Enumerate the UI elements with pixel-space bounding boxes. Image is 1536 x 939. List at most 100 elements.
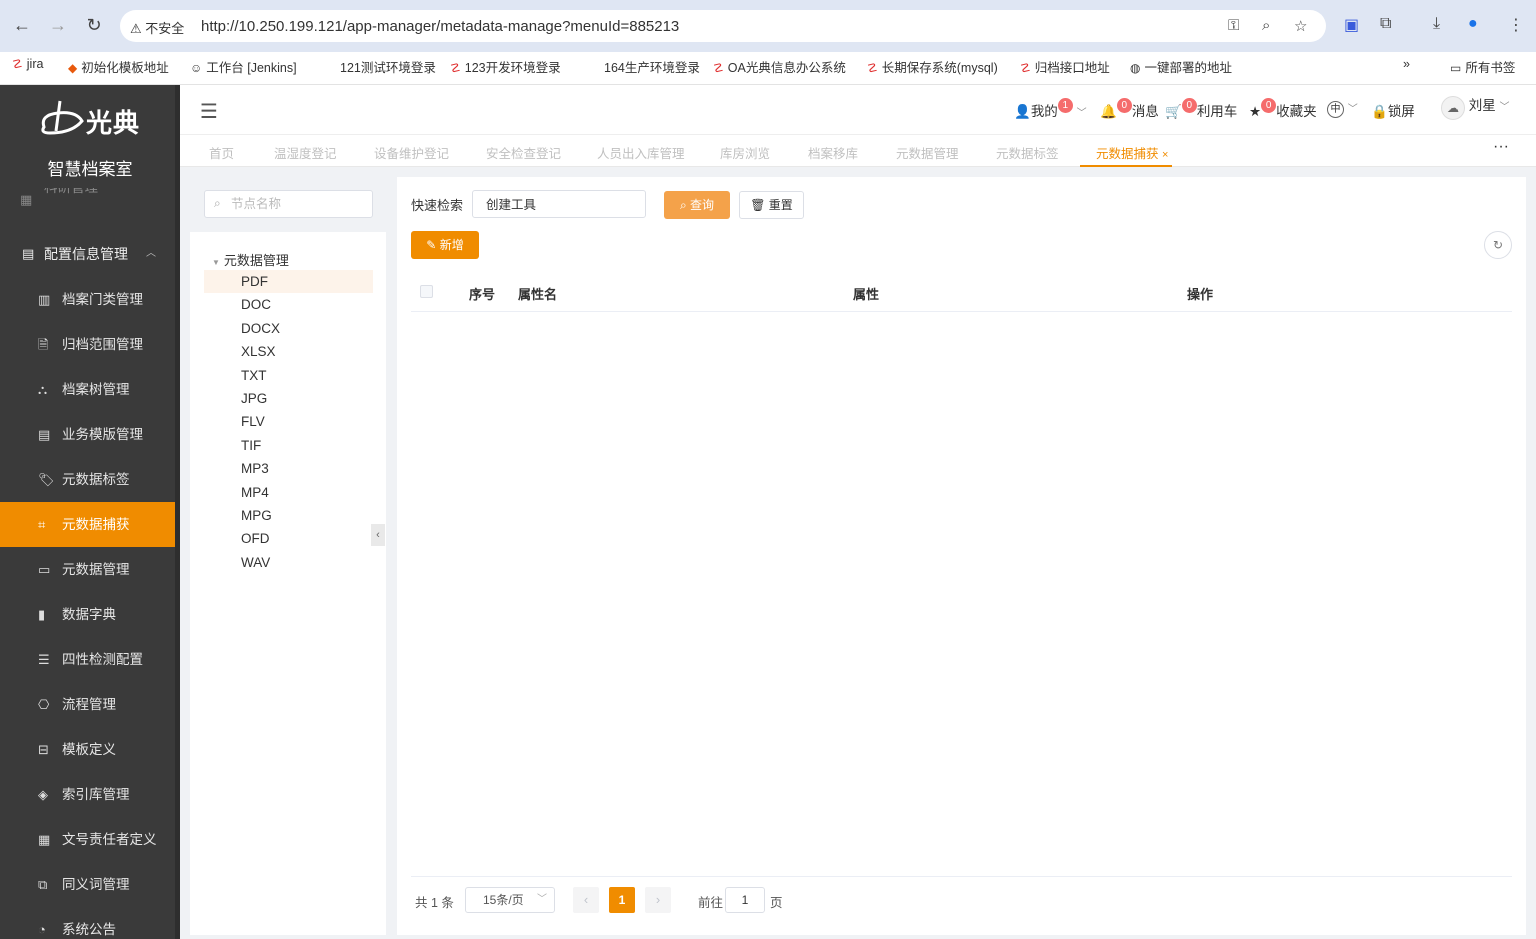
reload-icon[interactable]: ↻ [82,13,106,37]
tree-node[interactable]: FLV [204,410,373,433]
sidebar-item[interactable]: ▥ 档案门类管理 [0,277,175,322]
bookmark-template[interactable]: ◆ 初始化模板地址 [68,57,169,76]
page-number[interactable]: 1 [609,887,635,913]
column-index[interactable]: 序号 [469,284,495,303]
download-icon[interactable]: ⤓ [1433,15,1440,33]
page-size-select[interactable]: 15条/页 ﹀ [465,887,555,913]
collapse-panel-button[interactable]: ‹ [371,524,385,546]
sidebar-scrollbar[interactable] [175,85,180,939]
not-secure-badge[interactable]: ⚠ 不安全 [130,18,184,37]
sidebar-item[interactable]: ◈ 索引库管理 [0,772,175,817]
header-mine[interactable]: 👤我的 1 ﹀ [1014,98,1087,121]
tree-node[interactable]: WAV [204,551,373,574]
goto-page-input[interactable]: 1 [725,887,765,913]
tab-metadata-capture[interactable]: 元数据捕获 × [1096,143,1168,162]
sidebar-item[interactable]: ⊟ 模板定义 [0,727,175,772]
sidebar-item[interactable]: ◔ 系统公告 [0,907,175,939]
tree-node[interactable]: TXT [204,364,373,387]
key-icon[interactable]: ⚿ [1228,17,1239,34]
tree-node[interactable]: MPG [204,504,373,527]
sidebar-item[interactable]: ⛬ 档案树管理 [0,367,175,412]
tab-personnel[interactable]: 人员出入库管理 [597,143,685,162]
tree-node[interactable]: OFD [204,527,373,550]
node-search-input[interactable] [231,195,366,213]
sidebar-item[interactable]: ▭ 元数据管理 [0,547,175,592]
all-bookmarks[interactable]: ▭ 所有书签 [1450,57,1515,76]
bookmark-jira[interactable]: ☡ jira [12,57,43,71]
tree-node[interactable]: DOCX [204,317,373,340]
reset-button[interactable]: 🗑 重置 [739,191,804,219]
refresh-icon[interactable]: ↻ [1484,231,1512,259]
more-tabs-icon[interactable]: ··· [1493,138,1509,156]
header-messages[interactable]: 🔔 0 消息 [1100,98,1159,121]
sidebar-item[interactable]: ▦ 文号责任者定义 [0,817,175,862]
bookmark-archive-api[interactable]: ☡ 归档接口地址 [1020,57,1110,76]
select-all-checkbox[interactable] [420,285,433,298]
tab-warehouse[interactable]: 库房浏览 [720,143,770,162]
tab-move[interactable]: 档案移库 [808,143,858,162]
bookmark-164[interactable]: 164生产环境登录 [604,57,700,76]
tab-safety[interactable]: 安全检查登记 [486,143,561,162]
sidebar-item[interactable]: ▤ 业务模版管理 [0,412,175,457]
tree-node[interactable]: DOC [204,293,373,316]
extension-translate-icon[interactable]: ▣ [1344,15,1359,35]
main-panel: 快速检索 ⌕ 查询 🗑 重置 ✎ 新增 ↻ 序号 属性名 属性 操作 共 1 条… [397,177,1526,935]
url-text[interactable]: http://10.250.199.121/app-manager/metada… [201,18,679,35]
sidebar-item[interactable]: ⌗ 元数据捕获 [0,502,175,547]
tree-node[interactable]: TIF [204,434,373,457]
bookmark-123[interactable]: ☡ 123开发环境登录 [450,57,561,76]
tab-home[interactable]: 首页 [209,143,234,162]
quick-search-field[interactable] [472,190,646,218]
sidebar-item[interactable]: ▮ 数据字典 [0,592,175,637]
prev-page-button[interactable]: ‹ [573,887,599,913]
bookmark-mysql[interactable]: ☡ 长期保存系统(mysql) [867,57,998,76]
tree-node[interactable]: PDF [204,270,373,293]
menu-dots-icon[interactable]: ⋮ [1508,15,1524,35]
user-menu[interactable]: ☁ 刘星 ﹀ [1441,96,1510,120]
sidebar-item[interactable]: ⧉ 同义词管理 [0,862,175,907]
forward-icon[interactable]: → [46,13,70,37]
language-switch[interactable]: 中 ﹀ [1327,100,1358,118]
close-icon[interactable]: × [1162,149,1168,161]
star-icon[interactable]: ☆ [1294,17,1307,35]
quick-search-input[interactable] [486,196,636,210]
tab-metadata-manage[interactable]: 元数据管理 [896,143,959,162]
sidebar-item[interactable]: ☰ 四性检测配置 [0,637,175,682]
tree-node[interactable]: MP3 [204,457,373,480]
tree-root[interactable]: ▼ 元数据管理 [212,250,289,269]
zoom-icon[interactable]: ⌕ [1262,17,1270,34]
tab-temperature[interactable]: 温湿度登记 [274,143,337,162]
header-cart[interactable]: 🛒 0 利用车 [1165,98,1237,121]
tree-node[interactable]: JPG [204,387,373,410]
bookmark-jenkins[interactable]: ☺ 工作台 [Jenkins] [190,57,297,76]
sidebar-item[interactable]: 🏷 元数据标签 [0,457,175,502]
column-actions[interactable]: 操作 [1187,284,1213,303]
extensions-icon[interactable]: ⧉ [1380,15,1391,33]
back-icon[interactable]: ← [10,13,34,37]
query-button[interactable]: ⌕ 查询 [664,191,730,219]
column-attribute-name[interactable]: 属性名 [518,284,557,303]
address-bar[interactable]: ⚠ 不安全 http://10.250.199.121/app-manager/… [120,10,1326,42]
profile-icon[interactable]: ● [1468,15,1478,33]
hamburger-menu-icon[interactable]: ☰ [200,99,218,124]
next-page-button[interactable]: › [645,887,671,913]
bookmark-121[interactable]: 121测试环境登录 [340,57,436,76]
bookmark-deploy[interactable]: ◍ 一键部署的地址 [1130,57,1232,76]
tree-panel: ⌕ ▼元数据管理 PDFDOCDOCXXLSXTXTJPGFLVTIFMP3MP… [190,177,386,935]
bookmark-oa[interactable]: ☡ OA光典信息办公系统 [713,57,846,76]
node-search[interactable]: ⌕ [204,190,373,218]
grid-icon: ▦ [38,832,51,847]
tree-node[interactable]: XLSX [204,340,373,363]
sidebar-item-partial[interactable]: ▦ 科研管理 [0,188,175,212]
tab-metadata-tag[interactable]: 元数据标签 [996,143,1059,162]
tab-device[interactable]: 设备维护登记 [374,143,449,162]
column-attribute[interactable]: 属性 [853,284,879,303]
add-button[interactable]: ✎ 新增 [411,231,479,259]
header-lock[interactable]: 🔒锁屏 [1371,100,1415,120]
header-favorites[interactable]: ★ 0 收藏夹 [1249,98,1317,121]
bookmarks-more[interactable]: » [1403,57,1410,71]
sidebar-group-config[interactable]: ▤ 配置信息管理 ︿ [0,235,175,273]
sidebar-item[interactable]: 🗎 归档范围管理 [0,322,175,367]
tree-node[interactable]: MP4 [204,481,373,504]
sidebar-item[interactable]: ⎔ 流程管理 [0,682,175,727]
